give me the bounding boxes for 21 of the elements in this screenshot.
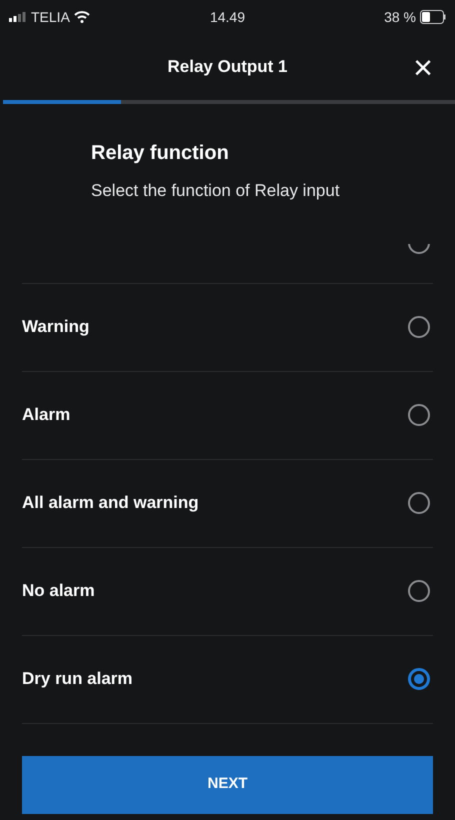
radio-button[interactable] (408, 668, 430, 690)
carrier-name: TELIA (31, 8, 70, 26)
signal-icon (9, 12, 27, 22)
next-button[interactable]: NEXT (22, 756, 433, 814)
section-subtitle: Select the function of Relay input (91, 180, 341, 202)
radio-button[interactable] (408, 580, 430, 602)
section-title: Relay function (91, 141, 230, 166)
option-label: Alarm (22, 404, 70, 426)
wifi-icon (74, 11, 90, 23)
clock-time: 14.49 (210, 8, 246, 26)
screen-title: Relay Output 1 (168, 56, 288, 78)
option-label: Warning (22, 316, 90, 338)
option-label: Dry run alarm (22, 668, 133, 690)
radio-button[interactable] (408, 316, 430, 338)
radio-button[interactable] (408, 404, 430, 426)
battery-icon (420, 10, 446, 24)
option-label: All alarm and warning (22, 492, 199, 514)
option-label: No alarm (22, 580, 95, 602)
radio-button[interactable] (408, 492, 430, 514)
close-button[interactable]: × (403, 48, 443, 88)
battery-percent: 38 % (384, 8, 416, 26)
